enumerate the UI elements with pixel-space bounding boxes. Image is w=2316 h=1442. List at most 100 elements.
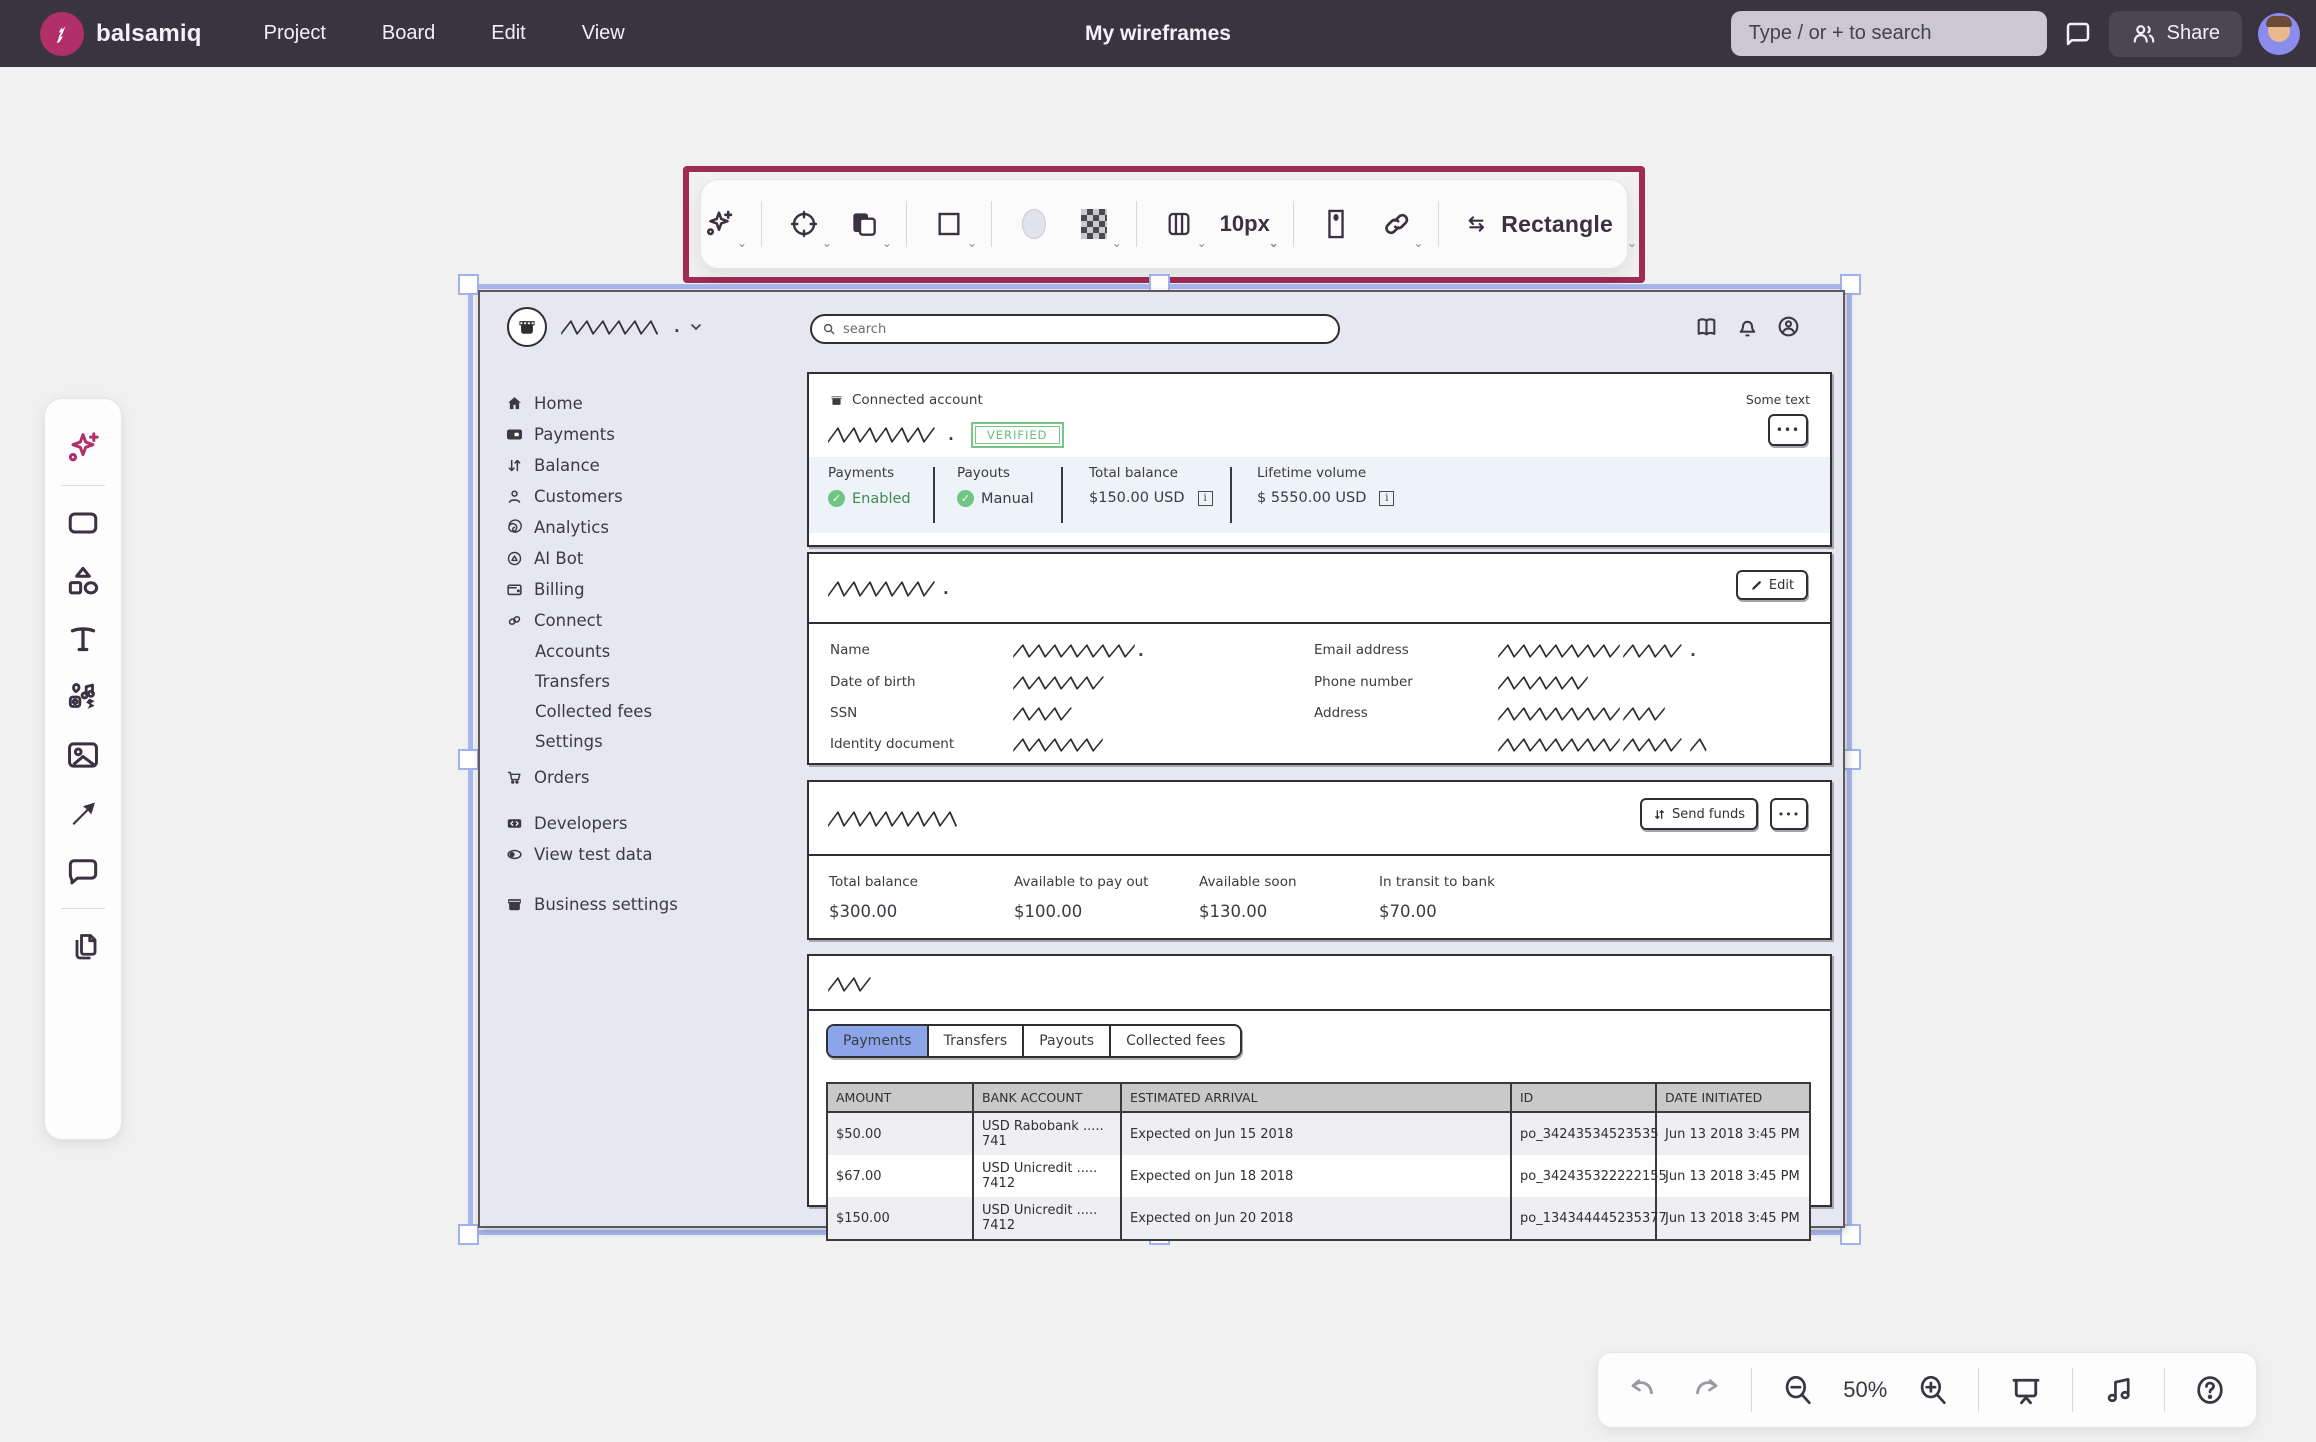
bell-icon xyxy=(1735,314,1760,339)
zoom-level[interactable]: 50% xyxy=(1843,1377,1887,1403)
undo-icon xyxy=(1626,1373,1660,1407)
stat-payments: Payments ✓Enabled xyxy=(828,465,911,507)
balance-value: $300.00 xyxy=(829,902,897,921)
chevron-down-icon: ⌄ xyxy=(1627,236,1637,250)
nav-business-settings: Business settings xyxy=(506,889,756,920)
edit-button: Edit xyxy=(1736,570,1808,600)
tab-payments: Payments xyxy=(828,1026,929,1056)
spacing-value[interactable]: 10px ⌄ xyxy=(1221,196,1269,252)
stat-payouts: Payouts ✓Manual xyxy=(957,465,1034,507)
wireframe-brand-placeholder: . xyxy=(562,318,704,336)
balance-value: $70.00 xyxy=(1379,902,1437,921)
balsamiq-logo-icon[interactable] xyxy=(40,12,84,56)
ellipsis-button: ••• xyxy=(1770,798,1808,830)
toolbar-separator xyxy=(991,201,992,247)
zoom-in-button[interactable] xyxy=(1916,1373,1950,1407)
top-navbar: balsamiq Project Board Edit View My wire… xyxy=(0,0,2316,67)
account-stats-band: Payments ✓Enabled Payouts ✓Manual Total … xyxy=(809,457,1830,533)
wireframe-mockup[interactable]: . search Home Payments Balance Custom xyxy=(478,290,1845,1228)
columns-icon[interactable]: ⌄ xyxy=(1161,196,1197,252)
nav-billing: Billing xyxy=(506,574,756,605)
palette-divider xyxy=(61,485,105,486)
eye-toggle-icon xyxy=(506,846,523,863)
chevron-down-icon: ⌄ xyxy=(882,236,892,250)
zoom-in-icon xyxy=(1916,1373,1950,1407)
toolbar-separator xyxy=(1136,201,1137,247)
menu-edit[interactable]: Edit xyxy=(491,22,525,45)
menu-board[interactable]: Board xyxy=(382,22,435,45)
nav-ai-bot: AI Bot xyxy=(506,543,756,574)
share-people-icon xyxy=(2131,21,2157,47)
menu-view[interactable]: View xyxy=(582,22,625,45)
selection-handle-middle-left[interactable] xyxy=(458,749,479,770)
table-row: $67.00USD Unicredit ..... 7412 Expected … xyxy=(827,1155,1810,1197)
link-icon[interactable]: ⌄ xyxy=(1378,196,1414,252)
shape-type-selector[interactable]: Rectangle ⌄ xyxy=(1463,196,1627,252)
connected-account-card: Connected account Some text . VERIFIED •… xyxy=(807,372,1832,547)
shapes-tool-icon[interactable] xyxy=(61,552,105,610)
redo-button[interactable] xyxy=(1689,1373,1723,1407)
present-button[interactable] xyxy=(2008,1372,2044,1408)
nav-settings: Settings xyxy=(506,726,756,756)
field-label: Phone number xyxy=(1314,674,1413,690)
cart-icon xyxy=(506,769,523,786)
toolbar-separator xyxy=(1438,201,1439,247)
field-label: Address xyxy=(1314,705,1368,721)
zoom-out-button[interactable] xyxy=(1781,1373,1815,1407)
selection-handle-bottom-left[interactable] xyxy=(458,1224,479,1245)
share-button[interactable]: Share xyxy=(2109,11,2242,57)
tab-group: Payments Transfers Payouts Collected fee… xyxy=(826,1024,1242,1058)
check-icon: ✓ xyxy=(828,490,845,507)
menu-project[interactable]: Project xyxy=(264,22,326,45)
pencil-icon xyxy=(1750,579,1763,592)
chevron-down-icon: ⌄ xyxy=(1112,236,1122,250)
rectangle-tool-icon[interactable] xyxy=(61,494,105,552)
music-button[interactable] xyxy=(2102,1373,2136,1407)
bot-icon xyxy=(506,550,523,567)
target-icon[interactable]: ⌄ xyxy=(786,196,822,252)
user-circle-icon xyxy=(1776,314,1801,339)
avatar[interactable] xyxy=(2258,13,2300,55)
comment-tool-icon[interactable] xyxy=(61,842,105,900)
opacity-checker-icon[interactable]: ⌄ xyxy=(1076,196,1112,252)
selection-handle-top-left[interactable] xyxy=(458,274,479,295)
table-row: $150.00USD Unicredit ..... 7412 Expected… xyxy=(827,1197,1810,1240)
card-icon xyxy=(506,426,523,443)
layers-icon[interactable]: ⌄ xyxy=(846,196,882,252)
rectangle-outline-icon[interactable]: ⌄ xyxy=(931,196,967,252)
balance-value: $100.00 xyxy=(1014,902,1082,921)
undo-button[interactable] xyxy=(1626,1373,1660,1407)
search-input[interactable] xyxy=(1731,11,2047,56)
project-title[interactable]: My wireframes xyxy=(1085,22,1231,46)
toolbar-separator xyxy=(906,201,907,247)
card-title: Connected account xyxy=(852,392,983,408)
icons-tool-icon[interactable] xyxy=(61,668,105,726)
duplicate-tool-icon[interactable] xyxy=(61,917,105,975)
nav-view-test-data: View test data xyxy=(506,839,756,870)
toolbar-separator xyxy=(2164,1368,2165,1412)
chevron-down-icon: ⌄ xyxy=(967,236,977,250)
ai-sparkle-icon[interactable] xyxy=(61,419,105,477)
nav-transfers: Transfers xyxy=(506,666,756,696)
toolbar-separator xyxy=(1751,1368,1752,1412)
brand-name: balsamiq xyxy=(96,20,202,48)
arrow-tool-icon[interactable] xyxy=(61,784,105,842)
nav-accounts: Accounts xyxy=(506,636,756,666)
fill-ellipse-icon[interactable] xyxy=(1016,196,1052,252)
arrows-updown-icon xyxy=(506,457,523,474)
brand-squiggle xyxy=(562,320,662,335)
details-title-squiggle xyxy=(829,581,939,597)
toolbar-separator xyxy=(1978,1368,1979,1412)
floating-toolbar: ⌄ ⌄ ⌄ ⌄ ⌄ ⌄ 10px ⌄ ⌄ Rectangle ⌄ xyxy=(700,179,1628,269)
image-tool-icon[interactable] xyxy=(61,726,105,784)
text-tool-icon[interactable] xyxy=(61,610,105,668)
ai-sparkle-icon[interactable]: ⌄ xyxy=(701,196,737,252)
comment-icon[interactable] xyxy=(2063,19,2093,49)
phone-icon[interactable] xyxy=(1318,196,1354,252)
tab-collected-fees: Collected fees xyxy=(1111,1026,1240,1056)
music-icon xyxy=(2102,1373,2136,1407)
help-button[interactable] xyxy=(2193,1373,2227,1407)
palette-divider xyxy=(61,908,105,909)
chevron-down-icon: ⌄ xyxy=(822,236,832,250)
nav-developers: Developers xyxy=(506,808,756,839)
